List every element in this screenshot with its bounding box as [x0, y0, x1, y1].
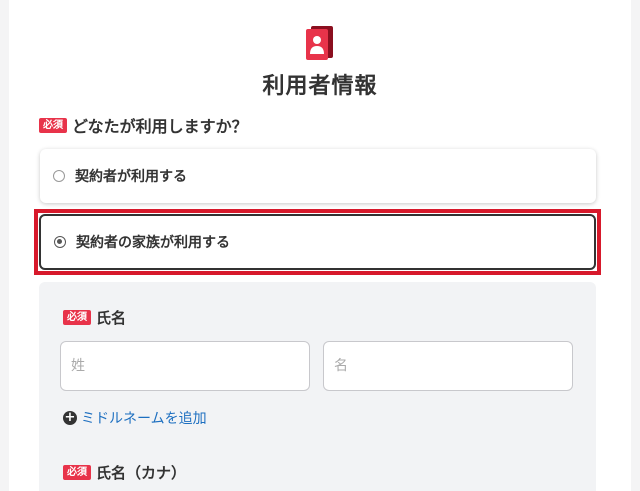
page-title: 利用者情報: [262, 74, 378, 99]
required-badge: 必須: [63, 465, 91, 480]
add-middle-name-label: ミドルネームを追加: [81, 411, 207, 427]
required-badge: 必須: [39, 117, 67, 133]
kana-label: 氏名（カナ）: [96, 464, 187, 482]
who-uses-question: 必須 どなたが利用しますか？: [39, 113, 248, 137]
kana-field-label: 必須 氏名（カナ）: [63, 462, 186, 483]
question-text: どなたが利用しますか？: [72, 117, 248, 136]
name-label: 氏名: [96, 309, 127, 327]
last-name-input[interactable]: [60, 341, 310, 391]
user-info-page: 利用者情報 必須 どなたが利用しますか？ 契約者が利用する 契約者の家族が利用す…: [9, 0, 631, 491]
radio-checked-icon[interactable]: [54, 236, 66, 248]
name-field-label: 必須 氏名: [63, 307, 126, 328]
plus-circle-icon: +: [63, 410, 77, 425]
radio-unchecked-icon[interactable]: [53, 170, 65, 182]
option-contractor-uses[interactable]: 契約者が利用する: [40, 149, 596, 203]
required-badge: 必須: [63, 310, 91, 325]
contact-card-icon: [306, 26, 333, 60]
add-middle-name-link[interactable]: + ミドルネームを追加: [63, 408, 207, 428]
option-label: 契約者の家族が利用する: [76, 235, 230, 251]
option-label: 契約者が利用する: [75, 169, 187, 185]
option-family-uses[interactable]: 契約者の家族が利用する: [39, 214, 596, 270]
name-form-panel: 必須 氏名 + ミドルネームを追加 必須 氏名（カナ）: [39, 282, 596, 491]
first-name-input[interactable]: [323, 341, 573, 391]
